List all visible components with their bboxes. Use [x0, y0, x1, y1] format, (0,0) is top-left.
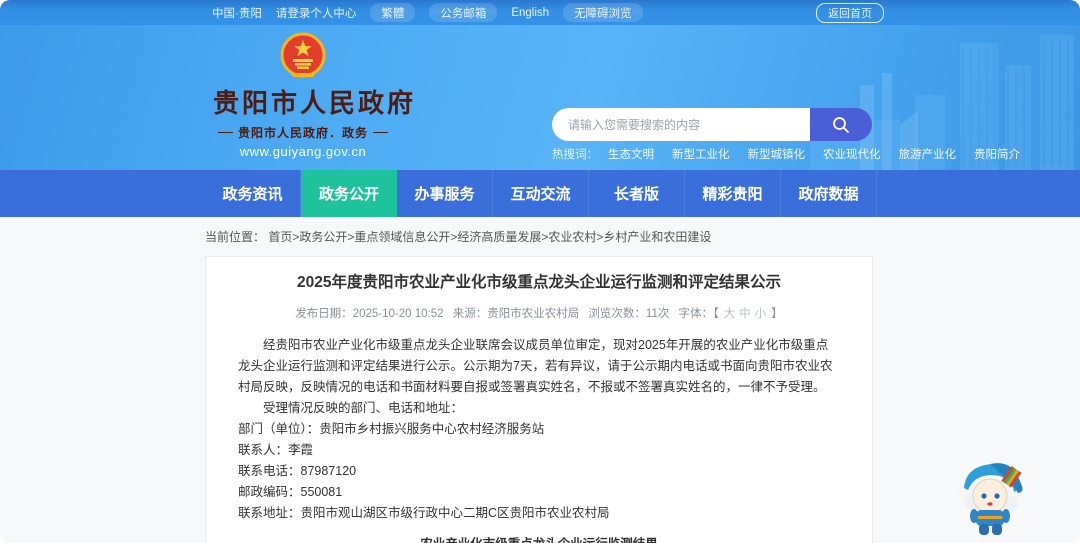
nav-item-interaction[interactable]: 互动交流: [493, 170, 589, 217]
nav-item-senior-version[interactable]: 长者版: [589, 170, 685, 217]
top-utility-bar: 中国·贵阳 请登录个人中心 繁體 公务邮箱 English 无障碍浏览 返回首页: [0, 0, 1080, 25]
site-banner: 贵阳市人民政府 贵阳市人民政府．政务 www.guiyang.gov.cn 热搜…: [0, 25, 1080, 170]
contact-address: 联系地址：贵阳市观山湖区市级行政中心二期C区贵阳市农业农村局: [238, 506, 610, 520]
breadcrumb: 当前位置： 首页>政务公开>重点领域信息公开>经济高质量发展>农业农村>乡村产业…: [0, 217, 1080, 245]
site-logo-block[interactable]: 贵阳市人民政府 贵阳市人民政府．政务 www.guiyang.gov.cn: [213, 31, 417, 159]
topbar-link-official-mail[interactable]: 公务邮箱: [429, 3, 498, 22]
paragraph-notice: 经贵阳市农业产业化市级重点龙头企业联席会议成员单位审定，现对2025年开展的农业…: [238, 338, 833, 394]
article-body: 经贵阳市农业产业化市级重点龙头企业联席会议成员单位审定，现对2025年开展的农业…: [238, 335, 840, 524]
breadcrumb-path[interactable]: 首页>政务公开>重点领域信息公开>经济高质量发展>农业农村>乡村产业和农田建设: [268, 230, 711, 244]
article-source: 来源：贵阳市农业农村局: [452, 308, 580, 320]
font-size-large[interactable]: 大: [724, 308, 736, 320]
search-input[interactable]: [552, 108, 810, 141]
topbar-link-traditional[interactable]: 繁體: [370, 3, 416, 22]
hot-word-tourism[interactable]: 旅游产业化: [899, 146, 957, 162]
article-card: 2025年度贵阳市农业产业化市级重点龙头企业运行监测和评定结果公示 发布日期：2…: [205, 256, 873, 543]
national-emblem-icon: [280, 32, 326, 78]
article-meta: 发布日期：2025-10-20 10:52 来源：贵阳市农业农村局 浏览次数：1…: [238, 305, 840, 321]
site-subtitle: 贵阳市人民政府．政务: [213, 124, 393, 141]
view-count: 浏览次数：11次: [588, 308, 670, 320]
main-nav: 政务资讯 政务公开 办事服务 互动交流 长者版 精彩贵阳 政府数据: [0, 170, 1080, 217]
font-size-small[interactable]: 小: [755, 308, 767, 320]
site-title: 贵阳市人民政府: [213, 88, 417, 118]
table-caption: 农业产业化市级重点龙头企业运行监测结果: [238, 533, 840, 543]
topbar-link-login[interactable]: 请登录个人中心: [276, 5, 357, 21]
hot-search-label: 热搜词：: [552, 149, 598, 161]
search-bar: [552, 108, 872, 141]
font-size-bracket: 】: [771, 308, 783, 320]
paragraph-feedback-intro: 受理情况反映的部门、电话和地址：: [263, 401, 464, 415]
contact-department: 部门（单位）：贵阳市乡村振兴服务中心农村经济服务站: [238, 422, 545, 436]
hot-word-guiyang-intro[interactable]: 贵阳简介: [974, 146, 1020, 162]
hot-search-row: 热搜词： 生态文明 新型工业化 新型城镇化 农业现代化 旅游产业化 贵阳简介: [552, 146, 1038, 162]
font-size-medium[interactable]: 中: [739, 308, 751, 320]
nav-item-services[interactable]: 办事服务: [397, 170, 493, 217]
hot-word-eco[interactable]: 生态文明: [608, 146, 654, 162]
hot-word-industry[interactable]: 新型工业化: [672, 146, 730, 162]
font-size-label: 字体：【: [678, 308, 719, 320]
topbar-link-english[interactable]: English: [511, 7, 549, 19]
hot-word-urbanization[interactable]: 新型城镇化: [748, 146, 806, 162]
contact-person: 联系人：李霞: [238, 443, 314, 457]
nav-item-news[interactable]: 政务资讯: [205, 170, 301, 217]
nav-item-gov-affairs-open[interactable]: 政务公开: [301, 170, 397, 217]
contact-phone: 联系电话：87987120: [238, 464, 357, 478]
mascot-image[interactable]: [950, 452, 1036, 538]
search-icon: [833, 116, 849, 133]
search-button[interactable]: [810, 108, 872, 141]
topbar-link-accessibility[interactable]: 无障碍浏览: [563, 3, 643, 22]
site-url: www.guiyang.gov.cn: [239, 144, 367, 159]
topbar-link-china-guiyang[interactable]: 中国·贵阳: [212, 5, 262, 21]
main-content-area: 当前位置： 首页>政务公开>重点领域信息公开>经济高质量发展>农业农村>乡村产业…: [0, 217, 1080, 543]
hot-word-agriculture[interactable]: 农业现代化: [823, 146, 881, 162]
publish-date: 发布日期：2025-10-20 10:52: [295, 308, 444, 320]
breadcrumb-label: 当前位置：: [205, 230, 266, 244]
article-title: 2025年度贵阳市农业产业化市级重点龙头企业运行监测和评定结果公示: [297, 274, 781, 291]
back-to-home-button[interactable]: 返回首页: [816, 2, 884, 23]
nav-item-gov-data[interactable]: 政府数据: [781, 170, 877, 217]
nav-item-splendid-guiyang[interactable]: 精彩贵阳: [685, 170, 781, 217]
browser-page: 中国·贵阳 请登录个人中心 繁體 公务邮箱 English 无障碍浏览 返回首页: [0, 0, 1080, 543]
contact-zipcode: 邮政编码：550081: [238, 485, 343, 499]
